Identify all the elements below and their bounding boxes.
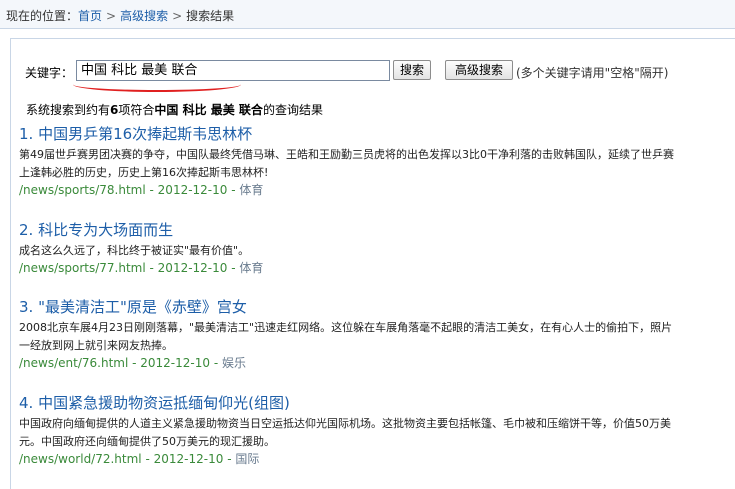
result-url: /news/sports/77.html [19,261,146,275]
result-title[interactable]: "最美清洁工"原是《赤壁》宫女 [38,298,247,316]
result-url: /news/ent/76.html [19,356,129,370]
summary-middle: 项符合 [118,103,155,117]
result-title-link[interactable]: 1. 中国男乒第16次捧起斯韦思林杯 [19,125,735,143]
result-index: 3. [19,298,34,316]
result-desc-line: 一经放到网上就引来网友热捧。 [19,339,173,352]
breadcrumb: 现在的位置：首页 > 高级搜索 > 搜索结果 [6,7,234,24]
breadcrumb-separator: > [106,9,117,23]
search-result: 1. 中国男乒第16次捧起斯韦思林杯 第49届世乒赛男团决赛的争夺，中国队最终凭… [19,125,735,198]
summary-suffix: 的查询结果 [262,103,323,117]
breadcrumb-home-link[interactable]: 首页 [78,9,102,23]
result-description: 第49届世乒赛男团决赛的争夺，中国队最终凭借马琳、王皓和王励勤三员虎将的出色发挥… [19,146,735,182]
result-url: /news/sports/78.html [19,183,146,197]
result-title[interactable]: 中国男乒第16次捧起斯韦思林杯 [38,125,252,143]
result-index: 1. [19,125,34,143]
result-category: 国际 [235,452,260,466]
result-date: 2012-12-10 [157,261,228,275]
search-hint: (多个关键字请用"空格"隔开) [516,66,669,80]
result-desc-line: 元。中国政府还向缅甸提供了50万美元的现汇援助。 [19,435,275,448]
result-meta: /news/ent/76.html - 2012-12-10 - 娱乐 [19,356,246,370]
search-result: 4. 中国紧急援助物资运抵缅甸仰光(组图) 中国政府向缅甸提供的人道主义紧急援助… [19,394,735,467]
result-title-link[interactable]: 4. 中国紧急援助物资运抵缅甸仰光(组图) [19,394,735,412]
result-category: 体育 [239,183,264,197]
keyword-label: 关键字： [25,66,74,80]
result-desc-line: 上逢韩必胜的历史，历史上第16次捧起斯韦思林杯! [19,166,269,179]
result-category: 体育 [239,261,264,275]
result-desc-line: 中国政府向缅甸提供的人道主义紧急援助物资当日空运抵达仰光国际机场。这批物资主要包… [19,417,671,430]
result-desc-line: 2008北京车展4月23日刚刚落幕，"最美清洁工"迅速走红网络。这位躲在车展角落… [19,321,673,334]
result-index: 2. [19,221,34,239]
breadcrumb-current: 搜索结果 [186,9,235,23]
result-date: 2012-12-10 [157,183,228,197]
result-index: 4. [19,394,34,412]
search-result: 2. 科比专为大场面而生 成名这么久远了，科比终于被证实"最有价值"。 /new… [19,221,735,276]
advanced-search-button[interactable]: 高级搜索 [445,60,513,80]
breadcrumb-separator: > [172,9,183,23]
result-title[interactable]: 中国紧急援助物资运抵缅甸仰光(组图) [38,394,290,412]
result-title-link[interactable]: 2. 科比专为大场面而生 [19,221,735,239]
search-button[interactable]: 搜索 [393,60,431,80]
result-summary: 系统搜索到约有6项符合中国 科比 最美 联合的查询结果 [26,101,323,118]
result-meta: /news/world/72.html - 2012-12-10 - 国际 [19,452,260,466]
result-description: 中国政府向缅甸提供的人道主义紧急援助物资当日空运抵达仰光国际机场。这批物资主要包… [19,415,735,451]
result-description: 成名这么久远了，科比终于被证实"最有价值"。 [19,242,735,260]
result-title[interactable]: 科比专为大场面而生 [38,221,173,239]
summary-prefix: 系统搜索到约有 [26,103,111,117]
breadcrumb-advanced-link[interactable]: 高级搜索 [120,9,168,23]
breadcrumb-prefix: 现在的位置： [6,9,79,23]
keyword-input[interactable] [76,60,390,81]
result-date: 2012-12-10 [140,356,211,370]
result-date: 2012-12-10 [153,452,224,466]
summary-terms: 中国 科比 最美 联合 [154,103,263,117]
result-title-link[interactable]: 3. "最美清洁工"原是《赤壁》宫女 [19,298,735,316]
result-description: 2008北京车展4月23日刚刚落幕，"最美清洁工"迅速走红网络。这位躲在车展角落… [19,319,735,355]
result-meta: /news/sports/77.html - 2012-12-10 - 体育 [19,261,264,275]
result-category: 娱乐 [221,356,246,370]
result-desc-line: 成名这么久远了，科比终于被证实"最有价值"。 [19,244,250,257]
result-url: /news/world/72.html [19,452,142,466]
breadcrumb-bar: 现在的位置：首页 > 高级搜索 > 搜索结果 [0,0,735,29]
result-meta: /news/sports/78.html - 2012-12-10 - 体育 [19,183,264,197]
search-result: 3. "最美清洁工"原是《赤壁》宫女 2008北京车展4月23日刚刚落幕，"最美… [19,298,735,371]
result-desc-line: 第49届世乒赛男团决赛的争夺，中国队最终凭借马琳、王皓和王励勤三员虎将的出色发挥… [19,148,674,161]
